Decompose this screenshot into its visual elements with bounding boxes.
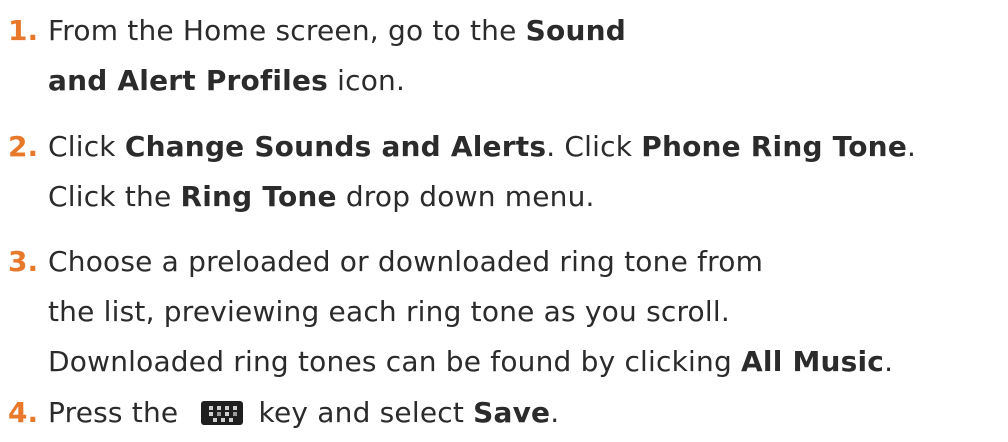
step-line: Click the Ring Tone drop down menu. [48,180,595,213]
step-line: and Alert Profiles icon. [48,64,406,97]
step-line: Press the key and select Save. [48,396,560,429]
step-text: Press the key and select Save. [48,388,1008,438]
step-line: From the Home screen, go to the Sound [48,14,626,47]
step-line: the list, previewing each ring tone as y… [48,295,730,328]
step-number: 4. [8,396,39,429]
step-number: 3. [8,245,39,278]
step-line: Click Change Sounds and Alerts. Click Ph… [48,130,917,163]
step-4: 4. Press the key and select Save. [0,388,1008,438]
step-3: 3. Choose a preloaded or downloaded ring… [0,237,1008,387]
step-number: 2. [8,130,39,163]
instruction-list: 1. From the Home screen, go to the Sound… [0,0,1008,442]
step-line: Downloaded ring tones can be found by cl… [48,345,894,378]
step-text: Click Change Sounds and Alerts. Click Ph… [48,122,1008,222]
menu-key-icon [201,401,244,425]
step-number: 1. [8,14,39,47]
step-1: 1. From the Home screen, go to the Sound… [0,6,1008,106]
step-line: Choose a preloaded or downloaded ring to… [48,245,764,278]
step-2: 2. Click Change Sounds and Alerts. Click… [0,122,1008,222]
step-text: Choose a preloaded or downloaded ring to… [48,237,1008,387]
step-text: From the Home screen, go to the Sound an… [48,6,1008,106]
